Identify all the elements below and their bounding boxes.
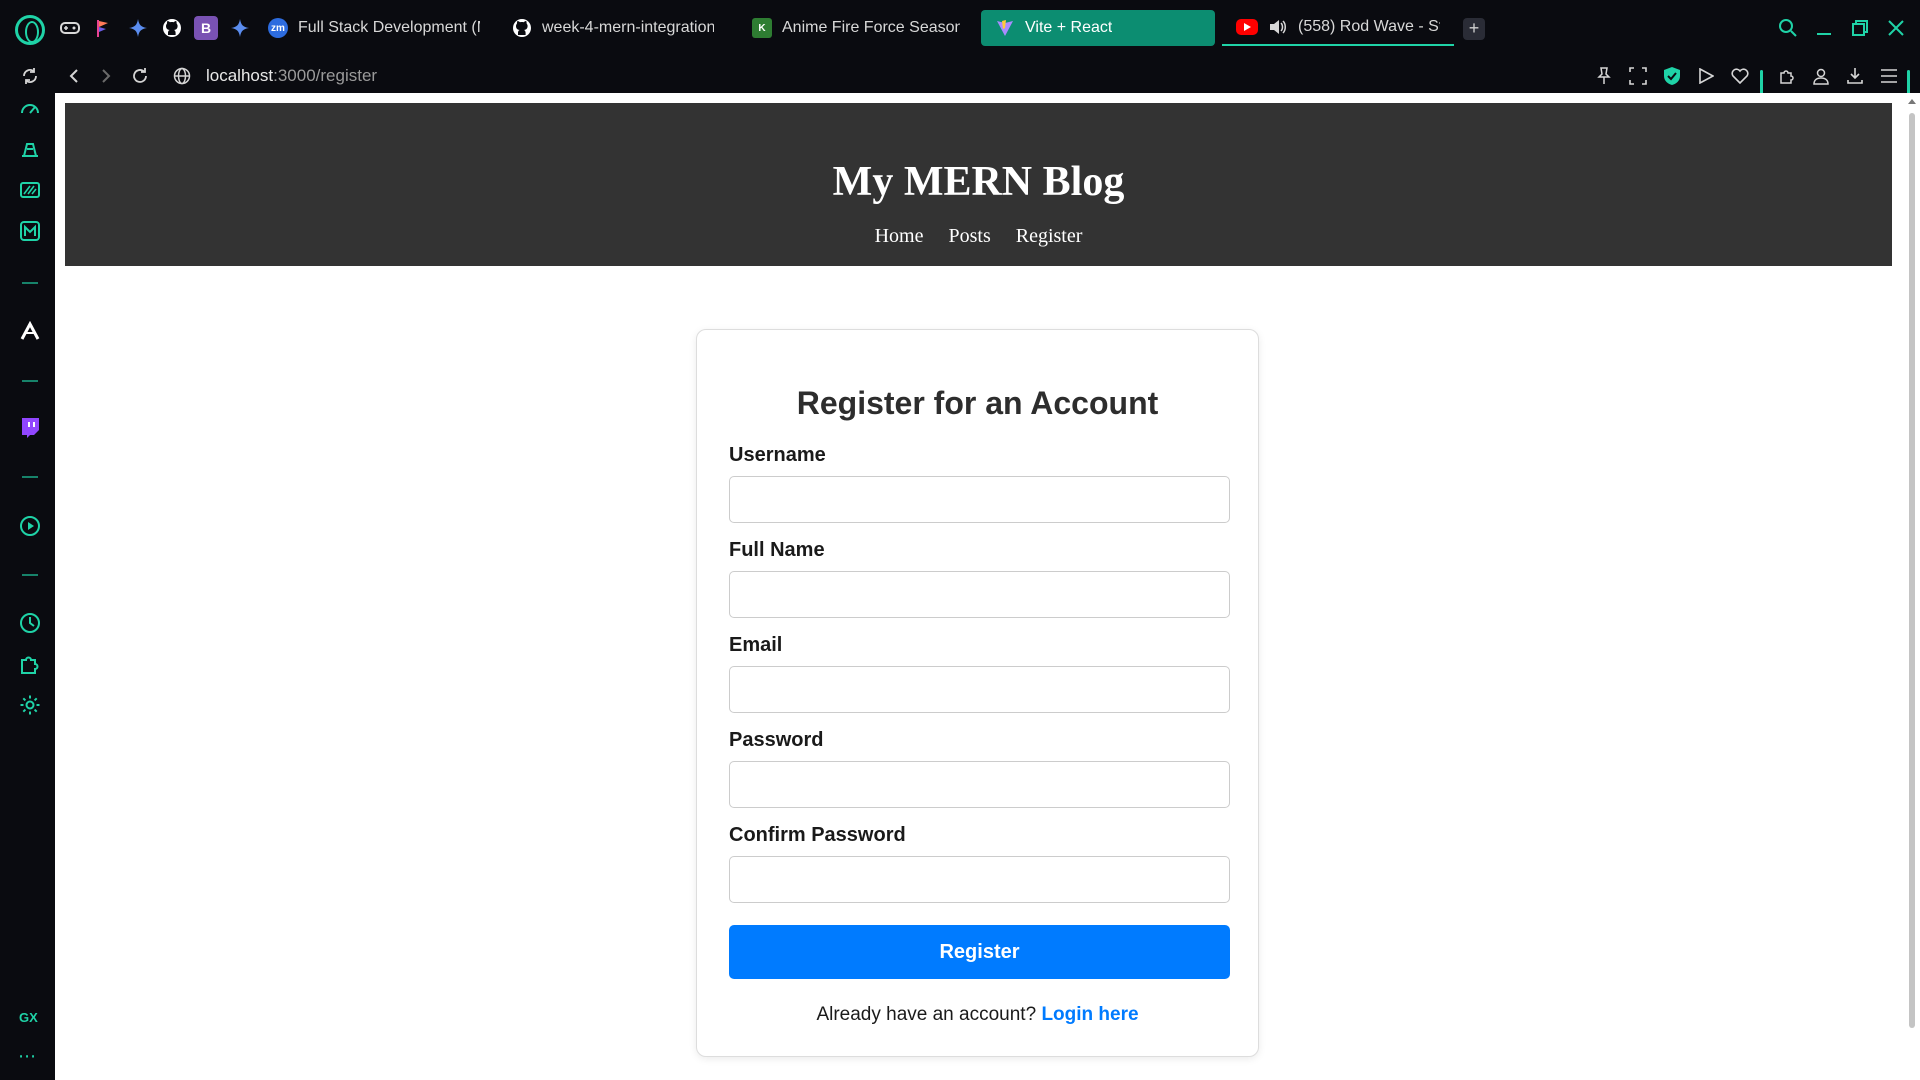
password-input[interactable] — [729, 761, 1230, 808]
minimize-icon[interactable] — [1810, 14, 1838, 42]
new-tab-button[interactable]: + — [1463, 18, 1485, 40]
browser-sidebar: GX ⋯ — [0, 96, 55, 1080]
github-icon — [512, 18, 532, 38]
tab-rod-wave-youtube[interactable]: (558) Rod Wave - Stre — [1222, 10, 1454, 46]
extensions-icon[interactable] — [17, 651, 43, 677]
speaker-icon[interactable] — [1268, 17, 1288, 37]
nav-link-home[interactable]: Home — [875, 225, 924, 248]
download-icon[interactable] — [1841, 62, 1869, 90]
sidebar-separator — [22, 476, 38, 478]
gx-control-icon[interactable] — [17, 136, 43, 162]
tab-label: Vite + React — [1025, 19, 1113, 36]
close-icon[interactable] — [1882, 14, 1910, 42]
url-host: localhost — [206, 66, 274, 85]
login-prompt-text: Already have an account? — [816, 1004, 1037, 1025]
extensions-icon[interactable] — [1773, 62, 1801, 90]
login-link[interactable]: Login here — [1041, 1004, 1138, 1025]
sync-icon[interactable] — [16, 62, 44, 90]
more-icon[interactable]: ⋯ — [18, 1046, 37, 1067]
nav-link-register[interactable]: Register — [1016, 225, 1083, 248]
form-heading: Register for an Account — [796, 385, 1159, 421]
heart-icon[interactable] — [1726, 62, 1754, 90]
sidebar-separator — [22, 282, 38, 284]
history-icon[interactable] — [17, 610, 43, 636]
player-icon[interactable] — [17, 513, 43, 539]
password-label: Password — [729, 729, 824, 751]
gemini-sparkle-icon[interactable] — [228, 16, 252, 40]
speed-dial-icon[interactable] — [17, 96, 43, 122]
sidebar-separator — [22, 380, 38, 382]
username-input[interactable] — [729, 476, 1230, 523]
player-icon[interactable] — [1692, 62, 1720, 90]
page-scrollbar[interactable] — [1904, 93, 1920, 1080]
twitch-icon[interactable] — [17, 414, 43, 440]
vite-icon — [995, 18, 1015, 38]
tab-week-4-mern-integration[interactable]: week-4-mern-integration — [498, 10, 728, 46]
search-icon[interactable] — [1774, 14, 1802, 42]
opera-gx-logo-icon[interactable] — [15, 15, 45, 45]
forward-icon[interactable] — [92, 62, 120, 90]
back-icon[interactable] — [60, 62, 88, 90]
site-info-globe-icon[interactable] — [168, 62, 196, 90]
gx-cleaner-icon[interactable] — [17, 177, 43, 203]
kisskh-icon: K — [752, 18, 772, 38]
github-icon[interactable] — [160, 16, 184, 40]
confirm-password-label: Confirm Password — [729, 824, 906, 846]
snapshot-icon[interactable] — [1624, 62, 1652, 90]
username-label: Username — [729, 444, 826, 466]
email-label: Email — [729, 634, 783, 656]
register-form: Register for an Account Username Full Na… — [696, 329, 1259, 1057]
pin-icon[interactable] — [1590, 62, 1618, 90]
register-button[interactable]: Register — [729, 925, 1230, 979]
login-prompt-line: Already have an account? Login here — [697, 1004, 1258, 1026]
scrollbar-thumb[interactable] — [1909, 113, 1915, 1028]
tab-vite-react[interactable]: Vite + React — [981, 10, 1215, 46]
reload-icon[interactable] — [126, 62, 154, 90]
zoom-icon: zm — [268, 18, 288, 38]
sidebar-separator — [22, 574, 38, 576]
flag-icon[interactable] — [92, 16, 116, 40]
settings-gear-icon[interactable] — [17, 692, 43, 718]
menu-icon[interactable] — [1875, 62, 1903, 90]
confirm-password-input[interactable] — [729, 856, 1230, 903]
tab-full-stack-development[interactable]: zm Full Stack Development (M — [254, 10, 494, 46]
gemini-sparkle-icon[interactable] — [126, 16, 150, 40]
tab-anime-fire-force[interactable]: K Anime Fire Force Season — [738, 10, 974, 46]
email-input[interactable] — [729, 666, 1230, 713]
address-bar: localhost:3000/register — [0, 56, 1920, 96]
browser-tab-bar: B zm Full Stack Development (M week-4-me… — [0, 0, 1920, 56]
full-name-input[interactable] — [729, 571, 1230, 618]
scroll-up-arrow-icon[interactable] — [1908, 99, 1916, 104]
gx-label[interactable]: GX — [19, 1010, 38, 1025]
vpn-shield-icon[interactable] — [1658, 62, 1686, 90]
aria-icon[interactable] — [17, 319, 43, 345]
profile-icon[interactable] — [1807, 62, 1835, 90]
site-nav: Home Posts Register — [65, 225, 1892, 248]
bootstrap-icon[interactable]: B — [194, 16, 218, 40]
tab-label: Anime Fire Force Season — [782, 19, 960, 36]
gx-corner-icon[interactable] — [17, 218, 43, 244]
site-title: My MERN Blog — [832, 159, 1125, 205]
tab-label: Full Stack Development (M — [298, 19, 480, 36]
site-header: My MERN Blog Home Posts Register — [65, 103, 1892, 266]
page-viewport: My MERN Blog Home Posts Register Registe… — [55, 93, 1904, 1080]
game-controller-icon[interactable] — [58, 16, 82, 40]
restore-icon[interactable] — [1846, 14, 1874, 42]
full-name-label: Full Name — [729, 539, 825, 561]
nav-link-posts[interactable]: Posts — [948, 225, 990, 248]
url-path: :3000/register — [273, 66, 378, 85]
youtube-icon — [1236, 19, 1258, 35]
tab-label: (558) Rod Wave - Stre — [1298, 18, 1440, 35]
tab-label: week-4-mern-integration — [542, 19, 714, 36]
url-field[interactable]: localhost:3000/register — [206, 66, 377, 86]
